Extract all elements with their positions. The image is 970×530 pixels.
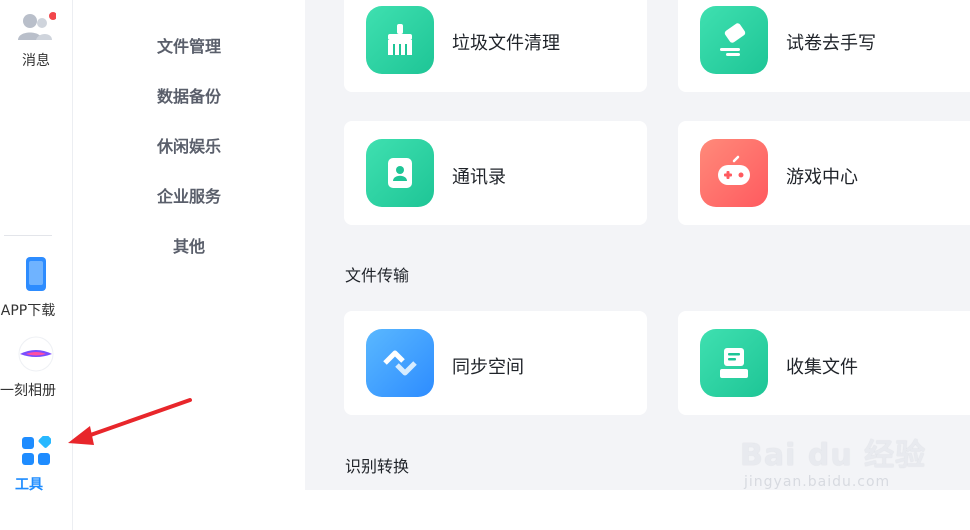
category-file-management[interactable]: 文件管理 (73, 33, 305, 57)
section-title-file-transfer: 文件传输 (345, 266, 410, 285)
baidu-watermark: Bai du 经验 jingyan.baidu.com (740, 430, 926, 490)
category-data-backup[interactable]: 数据备份 (73, 83, 305, 107)
notification-dot (49, 12, 57, 20)
sync-space-tile (366, 329, 434, 397)
sync-icon (383, 350, 417, 376)
exam-erase-tile (700, 6, 768, 74)
card-sync-space[interactable]: 同步空间 (344, 311, 647, 415)
tools-main-area: 垃圾文件清理 试卷去手写 通讯录 游戏中心 文件传输 同步空间 收集文件 识别转… (305, 0, 970, 490)
broom-icon (388, 24, 412, 55)
collect-box-icon (720, 348, 748, 378)
watermark-url: jingyan.baidu.com (744, 474, 891, 490)
left-rail: 消息 APP下载 一刻相册 工具 (0, 0, 73, 530)
rail-label-messages: 消息 (22, 53, 50, 69)
eraser-icon (720, 23, 746, 56)
album-icon (18, 336, 54, 372)
trash-clean-tile (366, 6, 434, 74)
card-title-contacts: 通讯录 (452, 167, 506, 188)
game-center-tile (700, 139, 768, 207)
phone-icon (26, 257, 46, 291)
contacts-icon (18, 12, 57, 40)
card-title-sync-space: 同步空间 (452, 357, 524, 378)
gamepad-icon (718, 155, 750, 185)
annotation-arrow (68, 398, 192, 445)
card-title-exam-erase: 试卷去手写 (786, 33, 876, 54)
card-trash-clean[interactable]: 垃圾文件清理 (344, 0, 647, 92)
bottom-strip (73, 490, 970, 530)
rail-divider (4, 235, 52, 236)
card-exam-erase[interactable]: 试卷去手写 (678, 0, 970, 92)
category-other[interactable]: 其他 (73, 233, 305, 257)
category-enterprise[interactable]: 企业服务 (73, 183, 305, 207)
rail-label-app-download: APP下载 (0, 303, 56, 319)
category-leisure[interactable]: 休闲娱乐 (73, 133, 305, 157)
card-title-trash-clean: 垃圾文件清理 (452, 33, 560, 54)
card-contacts[interactable]: 通讯录 (344, 121, 647, 225)
collect-files-tile (700, 329, 768, 397)
category-list: 文件管理 数据备份 休闲娱乐 企业服务 其他 (73, 0, 305, 530)
card-title-collect-files: 收集文件 (786, 357, 858, 378)
section-title-recognize-convert: 识别转换 (345, 457, 410, 476)
apps-grid-icon (22, 433, 53, 465)
contacts-tile (366, 139, 434, 207)
address-book-icon (388, 158, 412, 188)
card-game-center[interactable]: 游戏中心 (678, 121, 970, 225)
rail-item-messages[interactable]: 消息 (0, 12, 72, 70)
card-collect-files[interactable]: 收集文件 (678, 311, 970, 415)
rail-item-app-download[interactable]: APP下载 (0, 256, 72, 320)
watermark-brand: Bai du 经验 (740, 438, 927, 473)
card-title-game-center: 游戏中心 (786, 167, 858, 188)
rail-label-tools: 工具 (15, 477, 43, 493)
